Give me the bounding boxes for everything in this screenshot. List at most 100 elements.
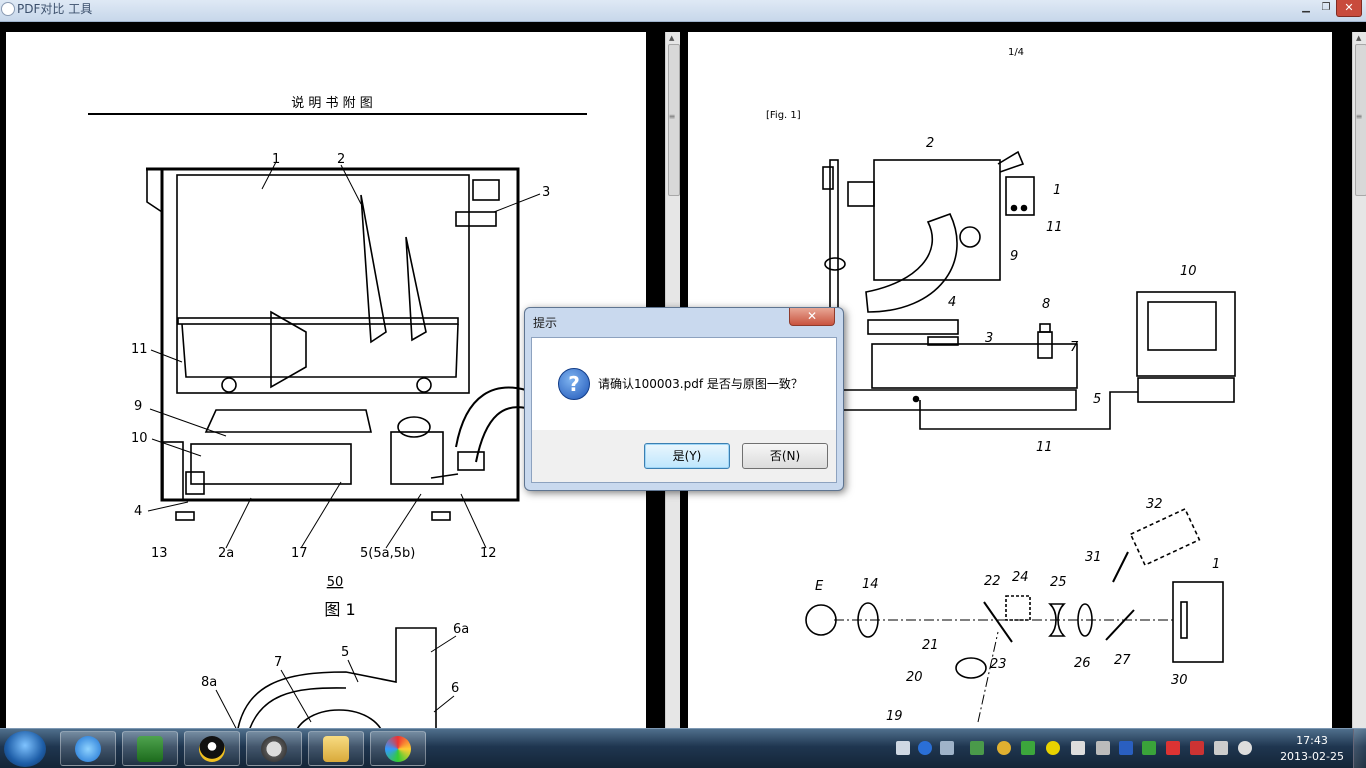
left-label: 12 xyxy=(480,546,497,561)
restore-button[interactable]: ❐ xyxy=(1318,1,1334,15)
taskbar-paint[interactable] xyxy=(370,731,426,766)
check-icon[interactable] xyxy=(1142,741,1156,755)
left-fig-caption: 图 1 xyxy=(324,600,355,619)
paint-icon xyxy=(385,736,411,762)
taskbar-excel[interactable] xyxy=(122,731,178,766)
right-page-number: 1/4 xyxy=(1008,47,1024,58)
question-icon: ? xyxy=(558,368,590,400)
taskbar-explorer[interactable] xyxy=(308,731,364,766)
right-label: 5 xyxy=(1093,392,1101,407)
dialog-body: ? 请确认100003.pdf 是否与原图一致？ 是(Y) 否(N) xyxy=(531,337,837,483)
taskbar-qq[interactable] xyxy=(184,731,240,766)
left-label: 7 xyxy=(274,655,282,670)
right-label: 7 xyxy=(1070,340,1079,355)
right-fig-label: [Fig. 1] xyxy=(766,110,801,121)
right-label: 24 xyxy=(1012,570,1029,585)
right-label: 27 xyxy=(1114,653,1131,668)
tool-icon[interactable] xyxy=(1071,741,1085,755)
left-label: 2a xyxy=(218,546,234,561)
no-button[interactable]: 否(N) xyxy=(742,443,828,469)
right-label: 3 xyxy=(985,331,993,346)
right-label: 22 xyxy=(984,574,1001,589)
start-button[interactable] xyxy=(4,731,46,767)
left-label: 6a xyxy=(453,622,469,637)
right-label: 30 xyxy=(1171,673,1188,688)
left-heading: 说 明 书 附 图 xyxy=(291,96,373,111)
qq-penguin-icon xyxy=(199,736,225,762)
title-bar: PDF对比 工具 ▁ ❐ ✕ xyxy=(0,0,1366,22)
right-label: 23 xyxy=(990,657,1007,672)
right-label: 19 xyxy=(886,709,903,724)
right-label: 10 xyxy=(1180,264,1197,279)
app-icon xyxy=(1,2,15,16)
right-label: 14 xyxy=(862,577,879,592)
left-label: 11 xyxy=(131,342,148,357)
alert-icon[interactable] xyxy=(1166,741,1180,755)
right-label: 20 xyxy=(906,670,923,685)
plus-icon[interactable] xyxy=(1046,741,1060,755)
right-label: 11 xyxy=(1036,440,1053,455)
bluetooth-icon[interactable] xyxy=(1119,741,1133,755)
internet-explorer-icon xyxy=(75,736,101,762)
qq-tray-icon[interactable] xyxy=(997,741,1011,755)
system-clock[interactable]: 17:43 2013-02-25 xyxy=(1280,733,1344,765)
right-label: 1 xyxy=(1212,557,1220,572)
right-scrollbar[interactable]: ▲ ≡ xyxy=(1352,32,1366,728)
right-label: 26 xyxy=(1074,656,1091,671)
volume-muted-icon[interactable] xyxy=(1238,741,1252,755)
flag-icon[interactable] xyxy=(1190,741,1204,755)
grip-icon: ≡ xyxy=(1355,112,1363,121)
right-label: 1 xyxy=(1053,183,1061,198)
right-label: 2 xyxy=(926,136,934,151)
language-icon[interactable] xyxy=(940,741,954,755)
left-label: 10 xyxy=(131,431,148,446)
left-label: 6 xyxy=(451,681,459,696)
show-desktop-button[interactable] xyxy=(1353,729,1366,768)
scroll-up-arrow-icon[interactable]: ▲ xyxy=(669,34,674,42)
right-label: 25 xyxy=(1050,575,1067,590)
shield-icon[interactable] xyxy=(1021,741,1035,755)
left-label: 4 xyxy=(134,504,142,519)
excel-icon xyxy=(137,736,163,762)
scroll-up-arrow-icon[interactable]: ▲ xyxy=(1356,34,1361,42)
left-label: 5 xyxy=(341,645,349,660)
document-workspace: 说 明 书 附 图 1 2 3 11 9 10 4 13 2a 17 5(5a,… xyxy=(0,22,1366,728)
left-label: 5(5a,5b) xyxy=(360,546,415,561)
left-label: 17 xyxy=(291,546,308,561)
dialog-close-button[interactable]: ✕ xyxy=(789,308,835,326)
vmware-icon xyxy=(261,736,287,762)
dialog-title: 提示 xyxy=(533,316,558,330)
window-title: PDF对比 工具 xyxy=(17,2,93,16)
left-label: 13 xyxy=(151,546,168,561)
confirm-dialog: 提示 ✕ ? 请确认100003.pdf 是否与原图一致？ 是(Y) 否(N) xyxy=(524,307,844,491)
right-label: 4 xyxy=(948,295,956,310)
dialog-message-area: ? 请确认100003.pdf 是否与原图一致？ xyxy=(532,338,836,430)
left-label: 2 xyxy=(337,152,345,167)
usb-icon[interactable] xyxy=(970,741,984,755)
right-label: 21 xyxy=(922,638,939,653)
right-label: 8 xyxy=(1042,297,1050,312)
help-icon[interactable] xyxy=(918,741,932,755)
right-label: E xyxy=(815,579,824,594)
minimize-button[interactable]: ▁ xyxy=(1298,1,1314,15)
right-label: 11 xyxy=(1046,220,1063,235)
taskbar: 17:43 2013-02-25 xyxy=(0,728,1366,768)
left-fig-number: 50 xyxy=(327,575,344,590)
yes-button[interactable]: 是(Y) xyxy=(644,443,730,469)
grip-icon: ≡ xyxy=(668,112,676,121)
keyboard-icon[interactable] xyxy=(896,741,910,755)
left-label: 3 xyxy=(542,185,550,200)
right-label: 31 xyxy=(1085,550,1102,565)
left-label: 1 xyxy=(272,152,280,167)
drive-icon[interactable] xyxy=(1096,741,1110,755)
right-label: 9 xyxy=(1010,249,1018,264)
dialog-message: 请确认100003.pdf 是否与原图一致？ xyxy=(598,377,803,391)
close-button[interactable]: ✕ xyxy=(1336,0,1362,17)
left-label: 8a xyxy=(201,675,217,690)
left-label: 9 xyxy=(134,399,142,414)
right-label: 32 xyxy=(1146,497,1163,512)
network-signal-icon[interactable] xyxy=(1214,741,1228,755)
taskbar-vmware[interactable] xyxy=(246,731,302,766)
taskbar-ie[interactable] xyxy=(60,731,116,766)
folder-icon xyxy=(323,736,349,762)
